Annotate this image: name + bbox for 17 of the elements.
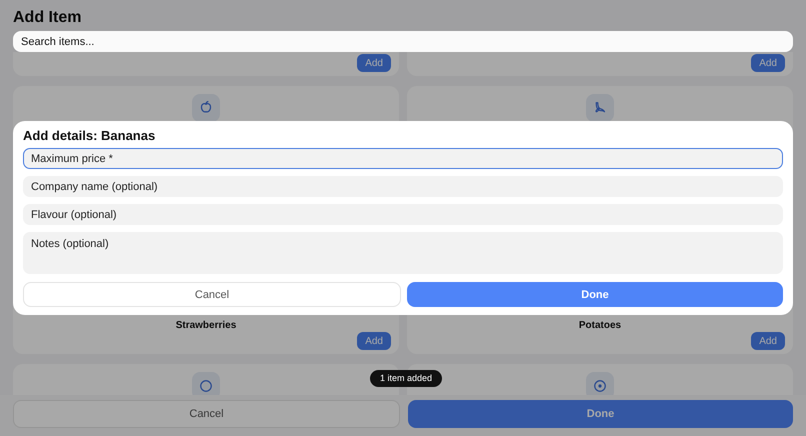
item-name: Potatoes — [578, 320, 622, 332]
search-field[interactable]: Search items... — [13, 31, 793, 52]
toast-message: 1 item added — [370, 370, 442, 387]
done-button[interactable]: Done — [408, 400, 793, 428]
add-button[interactable]: Add — [357, 332, 391, 350]
cancel-button[interactable]: Cancel — [13, 400, 400, 428]
add-button[interactable]: Add — [751, 332, 785, 350]
apple-icon — [192, 94, 220, 122]
page-title: Add Item — [12, 8, 82, 28]
done-button[interactable]: Done — [407, 282, 783, 307]
add-button[interactable]: Add — [751, 54, 785, 72]
cancel-button[interactable]: Cancel — [23, 282, 401, 307]
input-field[interactable]: Maximum price * — [23, 148, 783, 169]
item-name: Strawberries — [176, 320, 236, 332]
notes-field[interactable]: Notes (optional) — [23, 232, 783, 274]
dialog-title: Add details: Bananas — [23, 129, 156, 143]
add-button[interactable]: Add — [357, 54, 391, 72]
